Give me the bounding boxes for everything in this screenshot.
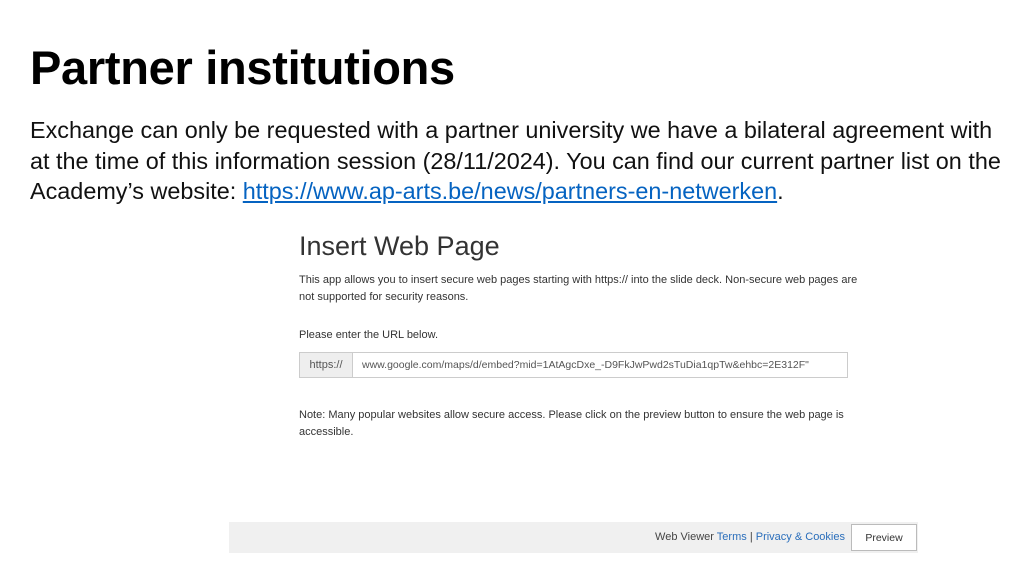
web-viewer-label: Web Viewer <box>655 531 714 543</box>
footer-links: Web Viewer Terms | Privacy & Cookies <box>655 531 845 543</box>
privacy-cookies-link[interactable]: Privacy & Cookies <box>756 531 845 543</box>
preview-button[interactable]: Preview <box>851 524 917 551</box>
dialog-description: This app allows you to insert secure web… <box>299 274 858 303</box>
footer-separator: | <box>749 531 753 543</box>
url-input[interactable] <box>353 353 847 377</box>
body-end: . <box>777 178 784 204</box>
terms-link[interactable]: Terms <box>717 531 747 543</box>
slide-body-text: Exchange can only be requested with a pa… <box>30 115 1005 207</box>
url-prefix-label: https:// <box>300 353 353 377</box>
dialog-title: Insert Web Page <box>299 231 500 261</box>
dialog-note: Note: Many popular websites allow secure… <box>299 409 844 438</box>
slide-title: Partner institutions <box>30 41 455 94</box>
dialog-footer: Web Viewer Terms | Privacy & Cookies Pre… <box>229 522 918 553</box>
partner-list-link[interactable]: https://www.ap-arts.be/news/partners-en-… <box>243 178 777 204</box>
url-prompt-label: Please enter the URL below. <box>299 329 439 341</box>
url-input-group: https:// <box>299 352 848 378</box>
